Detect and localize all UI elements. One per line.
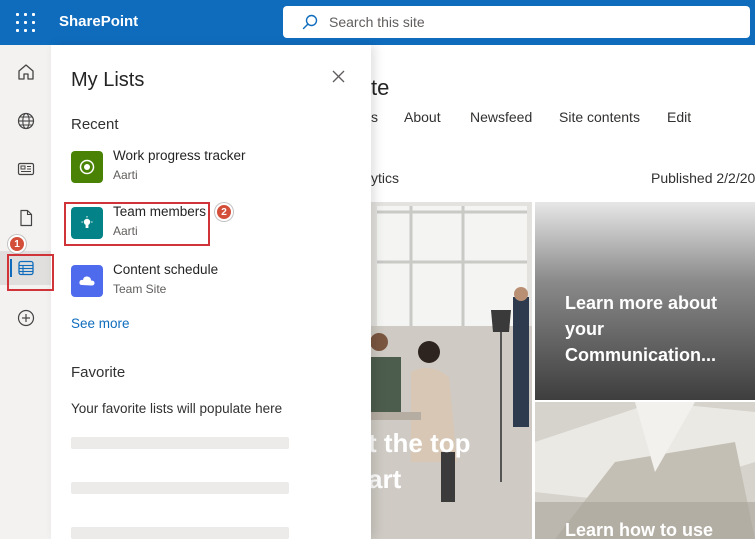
app-bar [0, 45, 51, 539]
hero-bottom-right-title: Learn how to use [565, 520, 714, 539]
loading-placeholder [71, 437, 289, 449]
site-nav-item[interactable]: s [371, 109, 378, 125]
list-item-content-schedule[interactable]: Content schedule Team Site [71, 261, 301, 301]
favorite-empty-message: Your favorite lists will populate here [71, 401, 283, 416]
recent-heading: Recent [71, 116, 119, 133]
home-icon [17, 64, 34, 80]
published-date: Published 2/2/20 [651, 170, 755, 186]
list-item-name: Team members [113, 204, 207, 219]
step-badge-2: 2 [215, 203, 233, 221]
site-nav-about[interactable]: About [404, 109, 441, 125]
my-lists-icon [17, 260, 34, 276]
rail-home[interactable] [0, 55, 51, 89]
rail-files[interactable] [0, 201, 51, 235]
analytics-link[interactable]: ytics [371, 170, 399, 186]
app-brand[interactable]: SharePoint [59, 13, 138, 30]
my-lists-panel: My Lists Recent Work progress tracker Aa… [51, 45, 371, 539]
rail-create[interactable] [0, 301, 51, 335]
list-item-team-members[interactable]: Team members Aarti [71, 203, 301, 243]
favorite-heading: Favorite [71, 364, 126, 381]
rail-sites[interactable] [0, 104, 51, 138]
search-box[interactable] [283, 6, 750, 38]
globe-icon [17, 112, 34, 130]
see-more-link[interactable]: See more [71, 316, 130, 331]
list-item-owner: Aarti [113, 224, 138, 238]
list-item-work-progress-tracker[interactable]: Work progress tracker Aarti [71, 147, 301, 187]
hero-main-title-line2: art [371, 464, 402, 494]
loading-placeholder [71, 482, 289, 494]
close-button[interactable] [329, 67, 349, 87]
hero-top-right-tile[interactable]: Learn more about your Communication... [535, 202, 755, 400]
hero-bottom-right-tile[interactable]: Learn how to use [535, 402, 755, 539]
cloud-list-icon [71, 265, 103, 297]
lightbulb-icon [71, 207, 103, 239]
news-icon [17, 162, 34, 176]
hero-top-right-title: Learn more about your Communication... [565, 293, 718, 365]
site-nav-site-contents[interactable]: Site contents [559, 109, 640, 125]
step-badge-1: 1 [8, 235, 26, 253]
search-input[interactable] [329, 6, 729, 38]
list-item-name: Content schedule [113, 262, 219, 277]
hero-main-title-line1: t the top [371, 428, 471, 458]
site-nav-newsfeed[interactable]: Newsfeed [470, 109, 532, 125]
list-item-owner: Team Site [113, 282, 167, 296]
panel-title: My Lists [71, 69, 145, 91]
rail-my-lists[interactable] [0, 251, 51, 285]
list-item-name: Work progress tracker [113, 148, 246, 163]
site-title: te [371, 75, 390, 100]
app-launcher-icon[interactable] [16, 13, 35, 32]
hero-main-tile[interactable]: t the top art [371, 202, 532, 539]
suite-bar: SharePoint [0, 0, 755, 45]
site-nav-edit[interactable]: Edit [667, 109, 691, 125]
rail-news[interactable] [0, 152, 51, 186]
close-icon [332, 70, 345, 83]
create-icon [17, 309, 34, 327]
search-icon [302, 14, 318, 30]
architecture-image [535, 402, 755, 539]
list-item-owner: Aarti [113, 168, 138, 182]
loading-placeholder [71, 527, 289, 539]
document-icon [19, 209, 32, 227]
tracker-list-icon [71, 151, 103, 183]
